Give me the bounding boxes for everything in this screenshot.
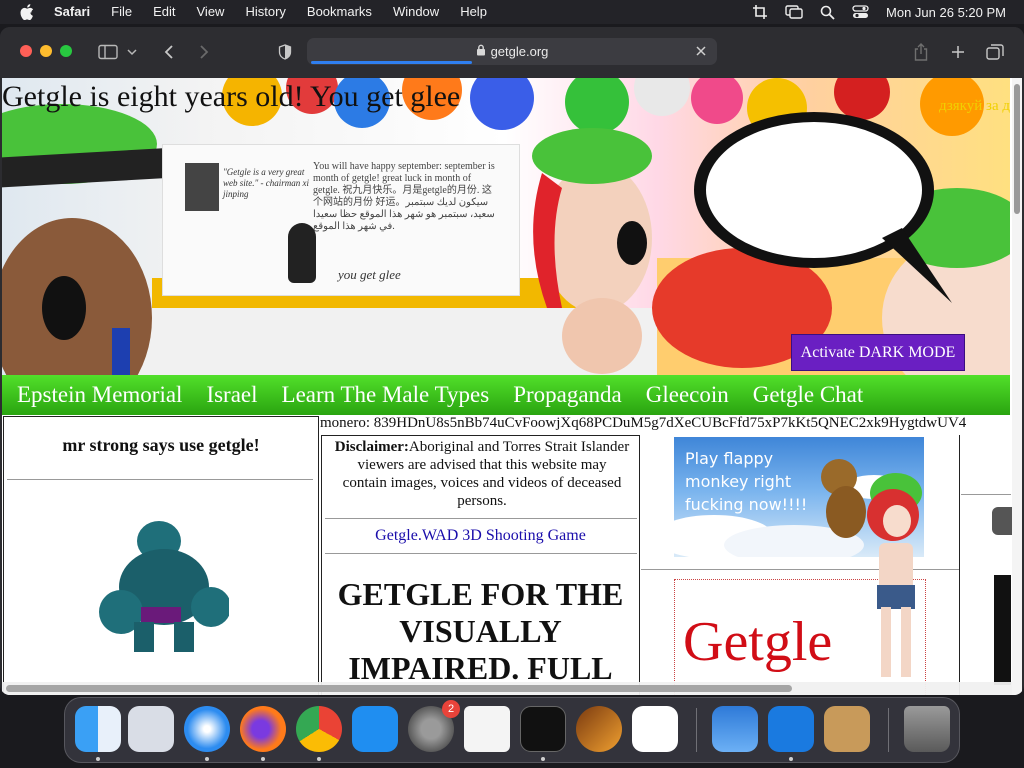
vertical-scroll-thumb[interactable]	[1014, 84, 1020, 214]
chrome-icon[interactable]	[296, 706, 342, 752]
banner-title: Getgle is eight years old! You get glee	[2, 80, 461, 113]
birthday-message-board: "Getgle is a very great web site." - cha…	[162, 144, 520, 296]
textedit-icon[interactable]	[464, 706, 510, 752]
menu-edit[interactable]: Edit	[153, 0, 175, 24]
divider	[961, 494, 1011, 495]
visually-impaired-heading: GETGLE FOR THE VISUALLY IMPAIRED. FULL	[337, 576, 624, 686]
minimize-window-button[interactable]	[40, 45, 52, 57]
banner-side-text: дзякуй за д	[939, 98, 1010, 114]
firefox-icon[interactable]	[240, 706, 286, 752]
zoom-window-button[interactable]	[60, 45, 72, 57]
web-content: "Getgle is a very great web site." - cha…	[2, 78, 1022, 695]
wad-game-link[interactable]: Getgle.WAD 3D Shooting Game	[322, 527, 639, 545]
running-indicator	[261, 757, 265, 761]
sidebar-toggle-icon[interactable]	[96, 40, 120, 64]
birthday-banner-image: "Getgle is a very great web site." - cha…	[2, 78, 1010, 375]
screen-mirroring-icon[interactable]	[785, 5, 803, 19]
page-load-progress	[311, 61, 472, 64]
running-indicator	[541, 757, 545, 761]
disclaimer-label: Disclaimer:	[334, 439, 409, 455]
garageband-icon[interactable]	[576, 706, 622, 752]
lock-icon	[476, 44, 486, 59]
control-center-icon[interactable]	[852, 5, 869, 19]
running-indicator	[789, 757, 793, 761]
privacy-shield-icon[interactable]	[273, 40, 297, 64]
mr-strong-heading: mr strong says use getgle!	[62, 435, 260, 455]
chevron-down-icon[interactable]	[124, 40, 140, 64]
finder-icon[interactable]	[75, 706, 121, 752]
chairman-portrait	[185, 163, 219, 211]
dock: 2	[64, 697, 960, 763]
nav-getgle-chat[interactable]: Getgle Chat	[753, 382, 864, 408]
dock-separator	[888, 708, 889, 752]
notification-badge: 2	[442, 700, 460, 718]
flappy-monkey-column: Play flappy monkey right fucking now!!!!…	[641, 435, 960, 695]
partial-image	[994, 575, 1011, 685]
nav-gleecoin[interactable]: Gleecoin	[646, 382, 729, 408]
menu-view[interactable]: View	[197, 0, 225, 24]
url-text[interactable]: getgle.org	[491, 44, 549, 59]
safari-window: getgle.org "Getgle is a very great web s…	[0, 27, 1024, 695]
flappy-monkey-text[interactable]: Play flappy monkey right fucking now!!!!	[685, 447, 825, 516]
horizontal-scroll-thumb[interactable]	[6, 685, 792, 692]
divider	[325, 553, 637, 554]
disclaimer: Disclaimer:Aboriginal and Torres Strait …	[334, 438, 630, 510]
dock-separator	[696, 708, 697, 752]
mr-strong-column: mr strong says use getgle!	[3, 416, 319, 695]
back-arrow-icon[interactable]	[157, 40, 181, 64]
nav-learn-male-types[interactable]: Learn The Male Types	[282, 382, 490, 408]
weather-icon[interactable]	[712, 706, 758, 752]
address-bar[interactable]: getgle.org	[307, 38, 717, 65]
horizontal-scrollbar[interactable]	[2, 682, 1012, 695]
board-quote: "Getgle is a very great web site." - cha…	[223, 167, 310, 199]
trash-icon[interactable]	[904, 706, 950, 752]
terminal-icon[interactable]	[520, 706, 566, 752]
running-indicator	[205, 757, 209, 761]
vscode-icon[interactable]	[632, 706, 678, 752]
menu-window[interactable]: Window	[393, 0, 439, 24]
board-message: You will have happy september: september…	[313, 161, 495, 232]
board-footer: you get glee	[338, 267, 401, 282]
running-indicator	[96, 757, 100, 761]
mr-strong-image	[99, 521, 229, 652]
right-column-partial	[961, 435, 1014, 695]
stop-loading-icon[interactable]	[693, 43, 709, 59]
launchpad-icon[interactable]	[128, 706, 174, 752]
nav-epstein-memorial[interactable]: Epstein Memorial	[17, 382, 182, 408]
disclaimer-column: Disclaimer:Aboriginal and Torres Strait …	[321, 435, 640, 695]
share-icon[interactable]	[909, 40, 933, 64]
getgle-logo[interactable]: Getgle	[683, 610, 832, 674]
safari-icon[interactable]	[184, 706, 230, 752]
close-window-button[interactable]	[20, 45, 32, 57]
app-store-icon[interactable]	[352, 706, 398, 752]
menu-app-safari[interactable]: Safari	[54, 0, 90, 24]
monero-address: monero: 839HDnU8s5nBb74uCvFoowjXq68PCDuM…	[320, 415, 967, 431]
penguin-figure	[288, 223, 316, 283]
running-indicator	[317, 757, 321, 761]
vertical-scrollbar[interactable]	[1012, 78, 1022, 695]
side-tab-button[interactable]	[992, 507, 1014, 535]
new-tab-plus-icon[interactable]	[946, 40, 970, 64]
menu-file[interactable]: File	[111, 0, 132, 24]
anime-girl-figure	[867, 473, 922, 677]
menu-bar: Safari File Edit View History Bookmarks …	[0, 0, 1024, 24]
forward-arrow-icon[interactable]	[192, 40, 216, 64]
divider	[325, 518, 637, 519]
contacts-icon[interactable]	[824, 706, 870, 752]
menu-bookmarks[interactable]: Bookmarks	[307, 0, 372, 24]
nav-israel[interactable]: Israel	[206, 382, 257, 408]
divider	[7, 479, 313, 480]
dark-mode-button[interactable]: Activate DARK MODE	[791, 334, 965, 371]
menu-history[interactable]: History	[245, 0, 285, 24]
menu-help[interactable]: Help	[460, 0, 487, 24]
crop-icon[interactable]	[753, 4, 768, 20]
browser-toolbar: getgle.org	[0, 27, 1024, 77]
site-navigation: Epstein Memorial Israel Learn The Male T…	[2, 375, 1010, 415]
nav-propaganda[interactable]: Propaganda	[513, 382, 622, 408]
tab-overview-icon[interactable]	[983, 40, 1007, 64]
clock[interactable]: Mon Jun 26 5:20 PM	[886, 5, 1006, 20]
spotlight-search-icon[interactable]	[820, 5, 835, 20]
apple-icon[interactable]	[18, 3, 36, 21]
remote-desktop-icon[interactable]	[768, 706, 814, 752]
